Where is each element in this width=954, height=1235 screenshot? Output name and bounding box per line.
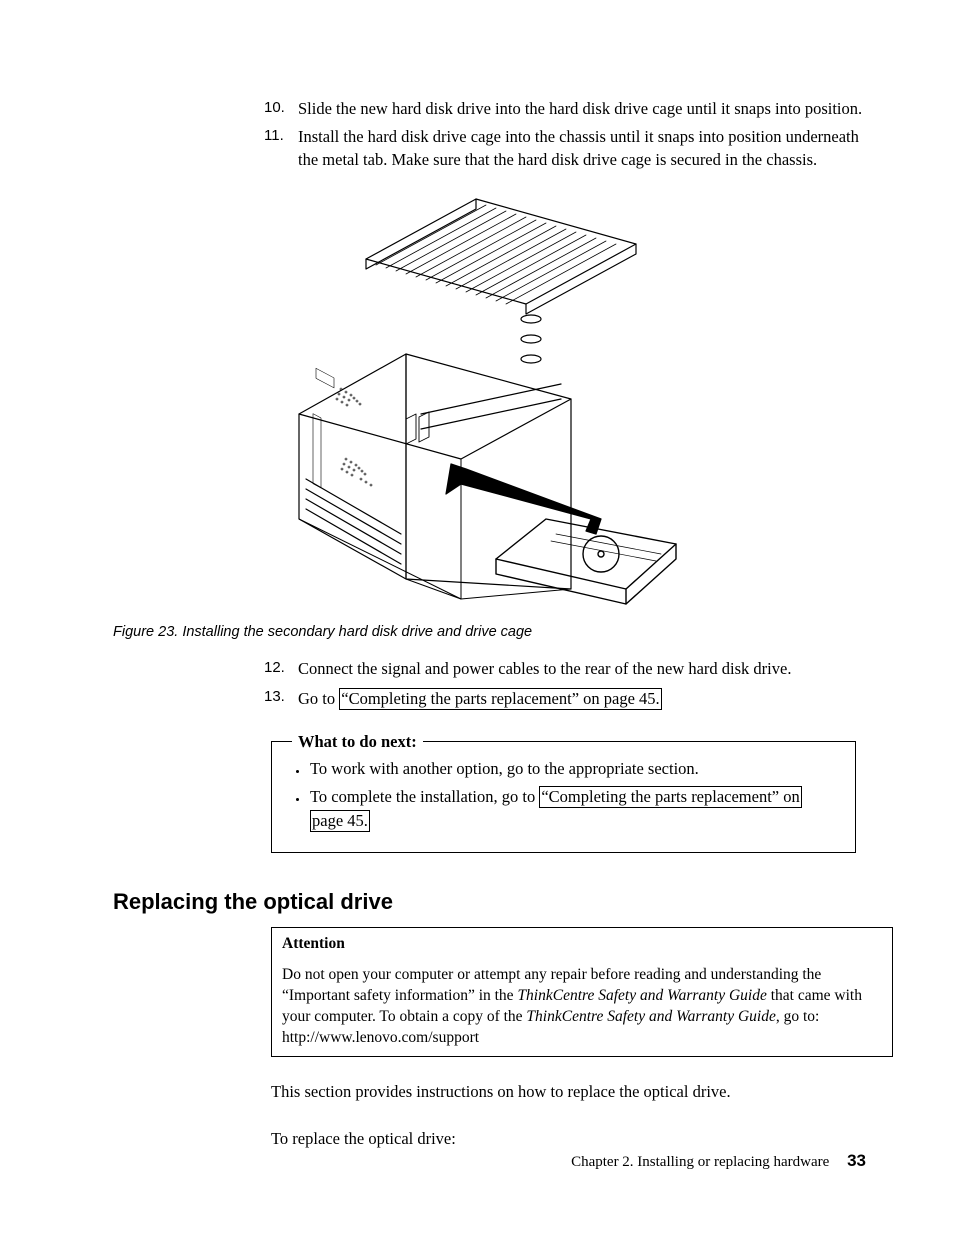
ordered-steps-top: 10. Slide the new hard disk drive into t… [113, 98, 869, 171]
section-heading-replacing-optical-drive: Replacing the optical drive [113, 887, 869, 917]
guide-title-italic: ThinkCentre Safety and Warranty Guide [526, 1008, 775, 1025]
step-number: 11. [264, 126, 284, 146]
xref-completing-parts-replacement[interactable]: “Completing the parts replacement” on pa… [339, 688, 661, 710]
attention-body: Do not open your computer or attempt any… [282, 965, 882, 1049]
ordered-steps-bottom: 12. Connect the signal and power cables … [113, 658, 869, 711]
hdd-cage-install-illustration [291, 189, 691, 609]
step-11: 11. Install the hard disk drive cage int… [298, 126, 869, 171]
wtdn-list: To work with another option, go to the a… [290, 758, 841, 834]
step-text: Install the hard disk drive cage into th… [298, 127, 859, 168]
attention-box: Attention Do not open your computer or a… [271, 927, 893, 1058]
xref-completing-parts-replacement-line2[interactable]: page 45. [310, 810, 370, 832]
page-footer: Chapter 2. Installing or replacing hardw… [571, 1150, 866, 1173]
xref-completing-parts-replacement[interactable]: “Completing the parts replacement” on [539, 786, 801, 808]
step-text: Connect the signal and power cables to t… [298, 659, 791, 678]
wtdn-item: To complete the installation, go to “Com… [308, 785, 841, 835]
step-text: Slide the new hard disk drive into the h… [298, 99, 862, 118]
step-12: 12. Connect the signal and power cables … [298, 658, 869, 680]
step-number: 13. [264, 687, 285, 707]
wtdn-item-text: To work with another option, go to the a… [310, 759, 699, 778]
wtdn-item: To work with another option, go to the a… [308, 758, 841, 780]
attention-title: Attention [282, 934, 882, 955]
step-13: 13. Go to “Completing the parts replacem… [298, 687, 869, 712]
step-text-pre: Go to [298, 689, 339, 708]
attention-url: http://www.lenovo.com/support [282, 1029, 479, 1046]
footer-page-number: 33 [847, 1151, 866, 1170]
page-content: 10. Slide the new hard disk drive into t… [113, 98, 869, 1150]
step-number: 12. [264, 658, 285, 678]
figure-23: Figure 23. Installing the secondary hard… [113, 189, 869, 643]
body-paragraph: This section provides instructions on ho… [271, 1081, 871, 1103]
step-10: 10. Slide the new hard disk drive into t… [298, 98, 869, 120]
footer-chapter: Chapter 2. Installing or replacing hardw… [571, 1154, 829, 1170]
step-number: 10. [264, 98, 285, 118]
wtdn-legend: What to do next: [292, 731, 423, 753]
body-paragraph: To replace the optical drive: [271, 1128, 871, 1150]
figure-caption: Figure 23. Installing the secondary hard… [113, 623, 869, 643]
what-to-do-next-box: What to do next: To work with another op… [271, 741, 856, 853]
wtdn-item-pre: To complete the installation, go to [310, 787, 539, 806]
guide-title-italic: ThinkCentre Safety and Warranty Guide [517, 987, 766, 1004]
